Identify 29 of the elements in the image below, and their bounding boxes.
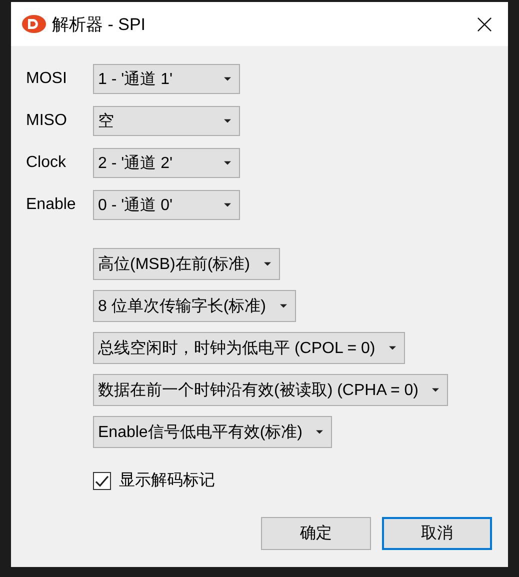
channel-dropdown[interactable]: 空 [93,106,240,136]
option-dropdown[interactable]: Enable信号低电平有效(标准) [93,416,332,448]
caret-icon [432,388,440,392]
checkbox-label: 显示解码标记 [119,471,215,491]
dialog-button[interactable]: 确定 [261,517,371,550]
caret-icon [280,304,287,308]
option-dropdown[interactable]: 数据在前一个时钟沿有效(被读取) (CPHA = 0) [93,374,448,406]
caret-icon [224,77,231,81]
close-icon[interactable] [477,16,492,32]
caret-icon [224,161,231,165]
channel-dropdown[interactable]: 2 - '通道 2' [93,148,240,178]
caret-icon [264,262,271,266]
field-label: Enable [26,196,77,214]
option-dropdown[interactable]: 8 位单次传输字长(标准) [93,290,296,322]
dialog-button[interactable]: 取消 [382,517,492,550]
field-label: MISO [26,112,68,130]
window-title: 解析器 - SPI [52,14,147,36]
caret-icon [224,119,231,123]
app-logo-icon [22,15,46,33]
caret-icon [224,203,231,207]
checkbox[interactable] [93,472,111,490]
field-label: Clock [26,154,68,172]
field-label: MOSI [26,70,68,88]
channel-dropdown[interactable]: 1 - '通道 1' [93,64,240,94]
caret-icon [316,430,324,434]
option-dropdown[interactable]: 总线空闲时，时钟为低电平 (CPOL = 0) [93,332,406,364]
option-dropdown[interactable]: 高位(MSB)在前(标准) [93,248,280,280]
caret-icon [389,346,396,350]
channel-dropdown[interactable]: 0 - '通道 0' [93,190,240,220]
